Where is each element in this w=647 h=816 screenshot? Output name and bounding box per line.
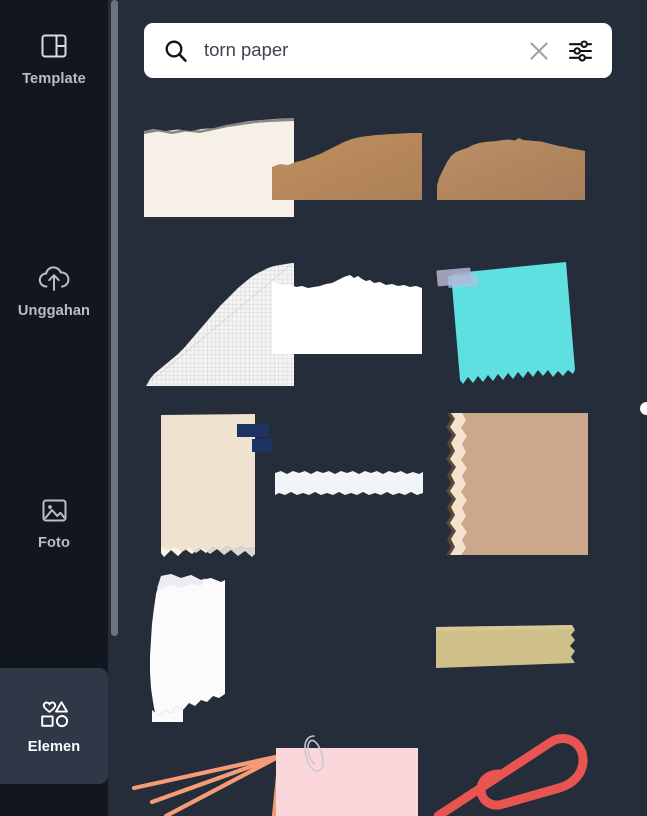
thumbnail	[131, 728, 292, 816]
result-item-cyan-sticky-note-taped[interactable]	[432, 258, 588, 393]
thumbnail	[442, 409, 588, 560]
result-item-torn-kraft-mound[interactable]	[433, 128, 585, 200]
result-item-washi-tape-strip[interactable]	[434, 620, 576, 677]
panel-scrollbar-thumb[interactable]	[111, 0, 118, 636]
photo-icon	[37, 493, 71, 527]
thumbnail	[133, 572, 245, 722]
sidebar-item-label-elemen: Elemen	[27, 739, 81, 756]
result-item-torn-kraft-slope[interactable]	[272, 130, 422, 200]
result-item-torn-tan-paper-page[interactable]	[442, 409, 588, 560]
thumbnail	[432, 258, 588, 393]
thumbnail	[433, 730, 588, 816]
collapse-panel-handle[interactable]	[640, 402, 647, 415]
elements-panel-app: Template Unggahan Foto Elemen torn paper	[0, 0, 647, 816]
thumbnail	[274, 466, 424, 500]
sidebar-item-foto[interactable]: Foto	[0, 464, 108, 580]
sidebar-item-label-template: Template	[22, 71, 86, 88]
thumbnail	[272, 272, 422, 354]
result-item-beige-note-blue-tape[interactable]	[130, 409, 276, 560]
shapes-icon	[37, 697, 71, 731]
result-item-pink-note-paperclip[interactable]	[274, 730, 420, 816]
search-results-grid	[108, 0, 647, 816]
upload-cloud-icon	[37, 261, 71, 295]
thumbnail	[274, 730, 420, 816]
thumbnail	[433, 128, 585, 200]
template-icon	[37, 29, 71, 63]
left-sidebar-nav: Template Unggahan Foto Elemen	[0, 0, 108, 816]
sidebar-item-label-foto: Foto	[37, 535, 70, 552]
result-item-torn-paper-strip[interactable]	[274, 466, 424, 500]
elements-search-panel: torn paper	[108, 0, 647, 816]
sidebar-item-unggahan[interactable]: Unggahan	[0, 232, 108, 348]
result-item-torn-white-paper[interactable]	[272, 272, 422, 354]
sidebar-item-elemen[interactable]: Elemen	[0, 668, 108, 784]
thumbnail	[130, 409, 276, 560]
result-item-paper-plane-outline[interactable]	[131, 728, 292, 816]
sidebar-item-template[interactable]: Template	[0, 0, 108, 116]
thumbnail	[272, 130, 422, 200]
sidebar-item-label-unggahan: Unggahan	[17, 303, 91, 320]
result-item-white-torn-sheet[interactable]	[133, 572, 245, 722]
result-item-red-paperclip[interactable]	[433, 730, 588, 816]
thumbnail	[434, 620, 576, 677]
